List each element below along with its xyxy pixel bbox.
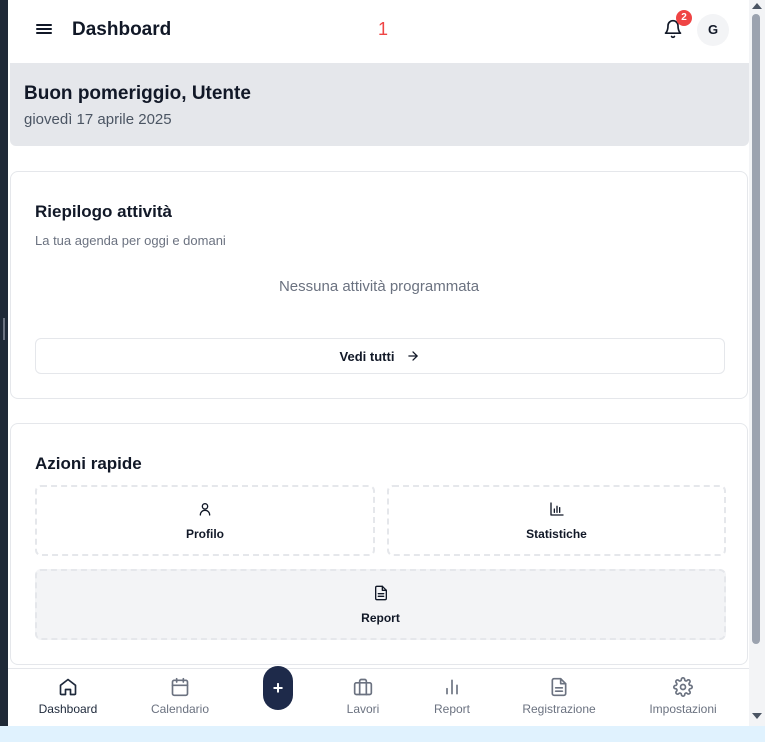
quick-actions-title: Azioni rapide	[35, 454, 142, 473]
gear-icon	[673, 677, 693, 697]
activities-subtitle: La tua agenda per oggi e domani	[35, 233, 226, 248]
quick-action-stats[interactable]: Statistiche	[387, 485, 726, 556]
nav-item-calendar[interactable]: Calendario	[125, 677, 235, 716]
nav-item-dashboard[interactable]: Dashboard	[13, 677, 123, 716]
notification-badge: 2	[676, 10, 692, 26]
background-strip	[0, 726, 765, 742]
quick-action-label: Profilo	[186, 526, 224, 541]
quick-action-report[interactable]: Report	[35, 569, 726, 640]
user-icon	[199, 502, 211, 516]
page-title: Dashboard	[72, 19, 172, 40]
app-window: Dashboard 1 2 G Buon pomeriggio, Utente …	[8, 0, 749, 726]
quick-actions-card: Azioni rapide Profilo Statistiche Report	[10, 423, 748, 665]
scroll-up-arrow[interactable]	[752, 3, 762, 9]
quick-action-label: Statistiche	[526, 526, 587, 541]
add-button[interactable]: +	[263, 666, 293, 710]
resize-handle[interactable]	[3, 318, 5, 340]
greeting-date: giovedì 17 aprile 2025	[24, 111, 172, 128]
calendar-icon	[171, 677, 189, 697]
greeting-banner: Buon pomeriggio, Utente giovedì 17 april…	[10, 63, 749, 146]
nav-label: Impostazioni	[649, 702, 717, 716]
empty-state-text: Nessuna attività programmata	[278, 278, 480, 295]
top-bar: Dashboard 1 2 G	[8, 0, 749, 62]
nav-label: Report	[433, 702, 471, 716]
nav-label: Dashboard	[38, 702, 98, 716]
document-icon	[551, 677, 567, 697]
document-icon	[374, 585, 387, 600]
quick-action-profile[interactable]: Profilo	[35, 485, 375, 556]
scrollbar-thumb[interactable]	[752, 14, 760, 644]
see-all-button[interactable]: Vedi tutti	[35, 338, 725, 374]
arrow-right-icon	[408, 351, 419, 361]
activities-card: Riepilogo attività La tua agenda per ogg…	[10, 171, 748, 399]
bar-chart-icon	[549, 501, 564, 516]
counter-value: 1	[378, 19, 389, 39]
menu-icon[interactable]	[36, 22, 52, 38]
avatar[interactable]: G	[697, 14, 729, 46]
scroll-down-arrow[interactable]	[752, 713, 762, 719]
nav-item-settings[interactable]: Impostazioni	[628, 677, 738, 716]
nav-label: Calendario	[150, 702, 210, 716]
greeting-title: Buon pomeriggio, Utente	[24, 83, 251, 104]
scrollbar[interactable]	[749, 0, 765, 726]
briefcase-icon	[353, 678, 373, 696]
see-all-label: Vedi tutti	[339, 348, 395, 364]
window-left-edge	[0, 0, 8, 726]
nav-item-report[interactable]: Report	[397, 677, 507, 716]
activities-title: Riepilogo attività	[35, 202, 172, 221]
quick-action-label: Report	[361, 610, 400, 625]
nav-label: Registrazione	[522, 702, 596, 716]
bar-chart-icon	[446, 679, 458, 695]
nav-item-registration[interactable]: Registrazione	[504, 677, 614, 716]
bottom-navigation: Dashboard Calendario Lavori Report Regis…	[8, 668, 749, 726]
home-icon	[59, 678, 77, 696]
nav-label: Lavori	[346, 702, 380, 716]
